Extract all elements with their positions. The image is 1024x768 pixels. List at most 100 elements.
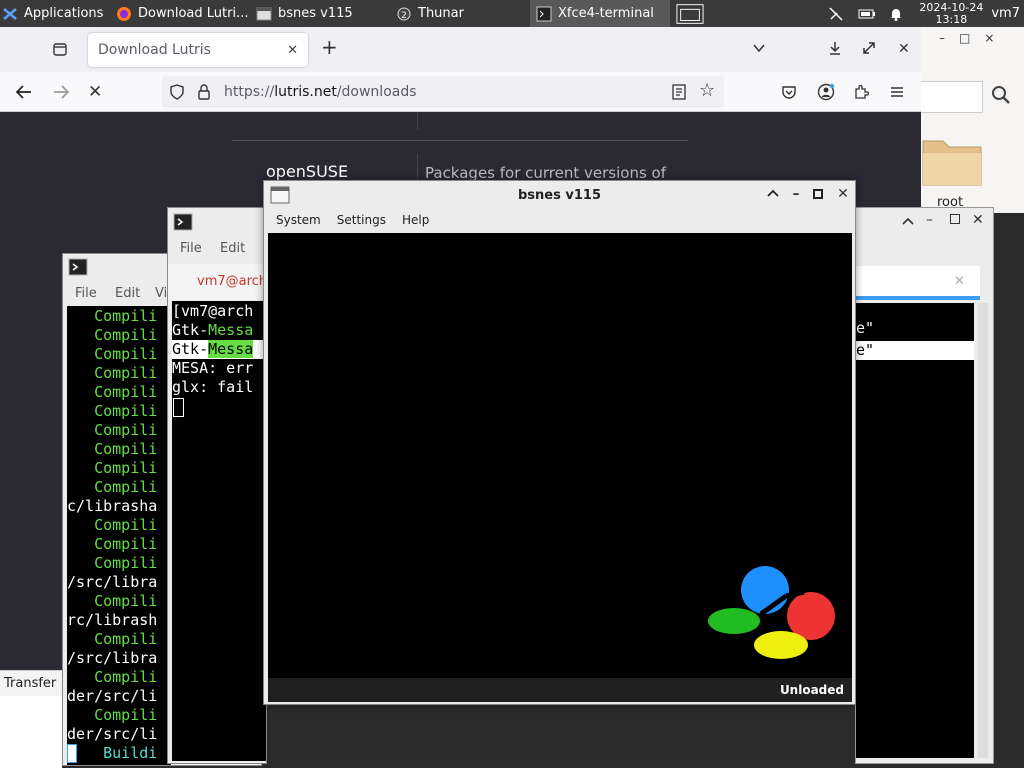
- tab-download-lutris[interactable]: Download Lutris ✕: [88, 33, 308, 67]
- firefox-tabbar: Download Lutris ✕ + ✕: [0, 27, 921, 72]
- close-icon[interactable]: ✕: [972, 212, 984, 228]
- terminal-tab[interactable]: vm7@arch: [168, 264, 267, 300]
- network-off-icon[interactable]: [828, 6, 844, 22]
- close-icon[interactable]: ✕: [836, 187, 850, 201]
- thunar-window-buttons[interactable]: –□×: [939, 31, 1008, 45]
- taskbar-item-label: Xfce4-terminal: [558, 6, 654, 21]
- thunar-search-input[interactable]: [921, 81, 983, 113]
- extensions-icon[interactable]: [853, 84, 870, 103]
- back-icon[interactable]: [15, 84, 33, 103]
- tab-close-icon[interactable]: ✕: [287, 43, 298, 58]
- menu-item-file[interactable]: File: [75, 286, 97, 301]
- terminal-line: der/src/li: [67, 725, 171, 744]
- applications-menu[interactable]: Applications: [0, 0, 110, 27]
- search-icon[interactable]: [991, 85, 1011, 109]
- show-desktop-button[interactable]: [670, 0, 710, 27]
- menu-icon[interactable]: [889, 84, 905, 103]
- terminal-text-green: Compili: [94, 383, 158, 401]
- scrollbar[interactable]: [978, 303, 988, 758]
- menu-item-system[interactable]: System: [276, 213, 321, 227]
- firefox-icon: [116, 6, 132, 22]
- menu-item-help[interactable]: Help: [402, 213, 429, 227]
- new-tab-icon[interactable]: +: [321, 37, 338, 57]
- menu-item-settings[interactable]: Settings: [337, 213, 386, 227]
- terminal-cursor: [67, 744, 77, 763]
- thunar-icon: 2: [396, 6, 412, 22]
- taskbar-item-terminal[interactable]: Xfce4-terminal: [530, 0, 670, 27]
- shield-icon[interactable]: [169, 84, 185, 103]
- divider: [417, 112, 418, 130]
- status-bar: Unloaded: [268, 678, 852, 702]
- menu-item-file[interactable]: File: [180, 241, 202, 256]
- terminal-text-green: Compili: [94, 402, 158, 420]
- terminal-line: Compili: [67, 421, 171, 440]
- terminal-icon: [173, 213, 193, 235]
- terminal-text: rc/librash: [67, 611, 158, 629]
- battery-icon[interactable]: [858, 6, 876, 22]
- bookmark-star-icon[interactable]: ☆: [699, 82, 715, 100]
- terminal-line: [vm7@arch: [172, 302, 266, 321]
- lock-icon[interactable]: [197, 84, 211, 103]
- taskbar-item-thunar[interactable]: 2 Thunar: [390, 0, 530, 27]
- taskbar-item-label: bsnes v115: [278, 6, 353, 21]
- url-bar[interactable]: https://lutris.net/downloads: [162, 76, 724, 108]
- stop-loading-icon[interactable]: ✕: [88, 84, 102, 101]
- maximize-icon[interactable]: [950, 214, 960, 224]
- terminal-line: Compili: [67, 554, 171, 573]
- maximize-icon[interactable]: [813, 189, 823, 199]
- taskbar-item-bsnes[interactable]: bsnes v115: [250, 0, 390, 27]
- terminal-line: Compili: [67, 440, 171, 459]
- pocket-icon[interactable]: [781, 84, 797, 103]
- desktop-area: [0, 696, 62, 768]
- terminal-cursor: [173, 398, 184, 417]
- firefox-view-icon[interactable]: [52, 41, 68, 60]
- terminal-line: Compili: [67, 668, 171, 687]
- account-icon[interactable]: [817, 83, 835, 104]
- menu-item-edit[interactable]: Edit: [115, 286, 140, 301]
- terminal-body[interactable]: Compili Compili Compili Compili Compili …: [67, 306, 171, 765]
- taskbar-item-firefox[interactable]: Download Lutri...: [110, 0, 250, 27]
- page-heading[interactable]: openSUSE: [266, 162, 348, 181]
- emulator-screen[interactable]: [268, 233, 852, 678]
- maximize-icon[interactable]: [862, 41, 876, 58]
- taskbar: Applications Download Lutri... bsnes v11…: [0, 0, 1024, 27]
- forward-icon[interactable]: [52, 84, 70, 103]
- menu-item-view[interactable]: Vi: [155, 286, 167, 301]
- terminal-line: /src/libra: [67, 573, 171, 592]
- terminal-text: glx: fail: [172, 378, 254, 396]
- minimize-icon[interactable]: [828, 41, 842, 58]
- terminal-text: der/src/li: [67, 725, 158, 743]
- url-domain: lutris.net: [274, 84, 337, 100]
- tab-close-icon[interactable]: ✕: [954, 274, 965, 289]
- terminal-text-green: Compili: [94, 516, 158, 534]
- menu-item-edit[interactable]: Edit: [220, 241, 245, 256]
- close-icon[interactable]: ✕: [898, 41, 910, 57]
- notification-bell-icon[interactable]: [888, 6, 904, 22]
- user-label[interactable]: vm7: [991, 6, 1020, 21]
- terminal-line: /src/libra: [67, 649, 171, 668]
- minimize-icon[interactable]: –: [926, 212, 933, 228]
- terminal-text-green: Compili: [94, 459, 158, 477]
- chevron-down-icon[interactable]: [752, 41, 766, 58]
- transfer-label: Transfer: [0, 670, 62, 696]
- terminal-line: Compili: [67, 592, 171, 611]
- reader-view-icon[interactable]: [672, 84, 686, 103]
- terminal-body[interactable]: e" e": [856, 303, 974, 758]
- minimize-icon[interactable]: –: [789, 187, 803, 201]
- clock[interactable]: 2024-10-24 13:18: [919, 1, 983, 26]
- terminal-line: rc/librash: [67, 611, 171, 630]
- chevron-up-icon[interactable]: [766, 187, 780, 201]
- url-prefix: https://: [224, 84, 275, 100]
- folder-icon[interactable]: [921, 133, 983, 192]
- terminal-body[interactable]: [vm7@arch Gtk-Messa Gtk-Messa MESA: err glx:…: [172, 301, 266, 761]
- window-icon: [256, 6, 272, 22]
- chevron-up-icon[interactable]: [902, 215, 914, 230]
